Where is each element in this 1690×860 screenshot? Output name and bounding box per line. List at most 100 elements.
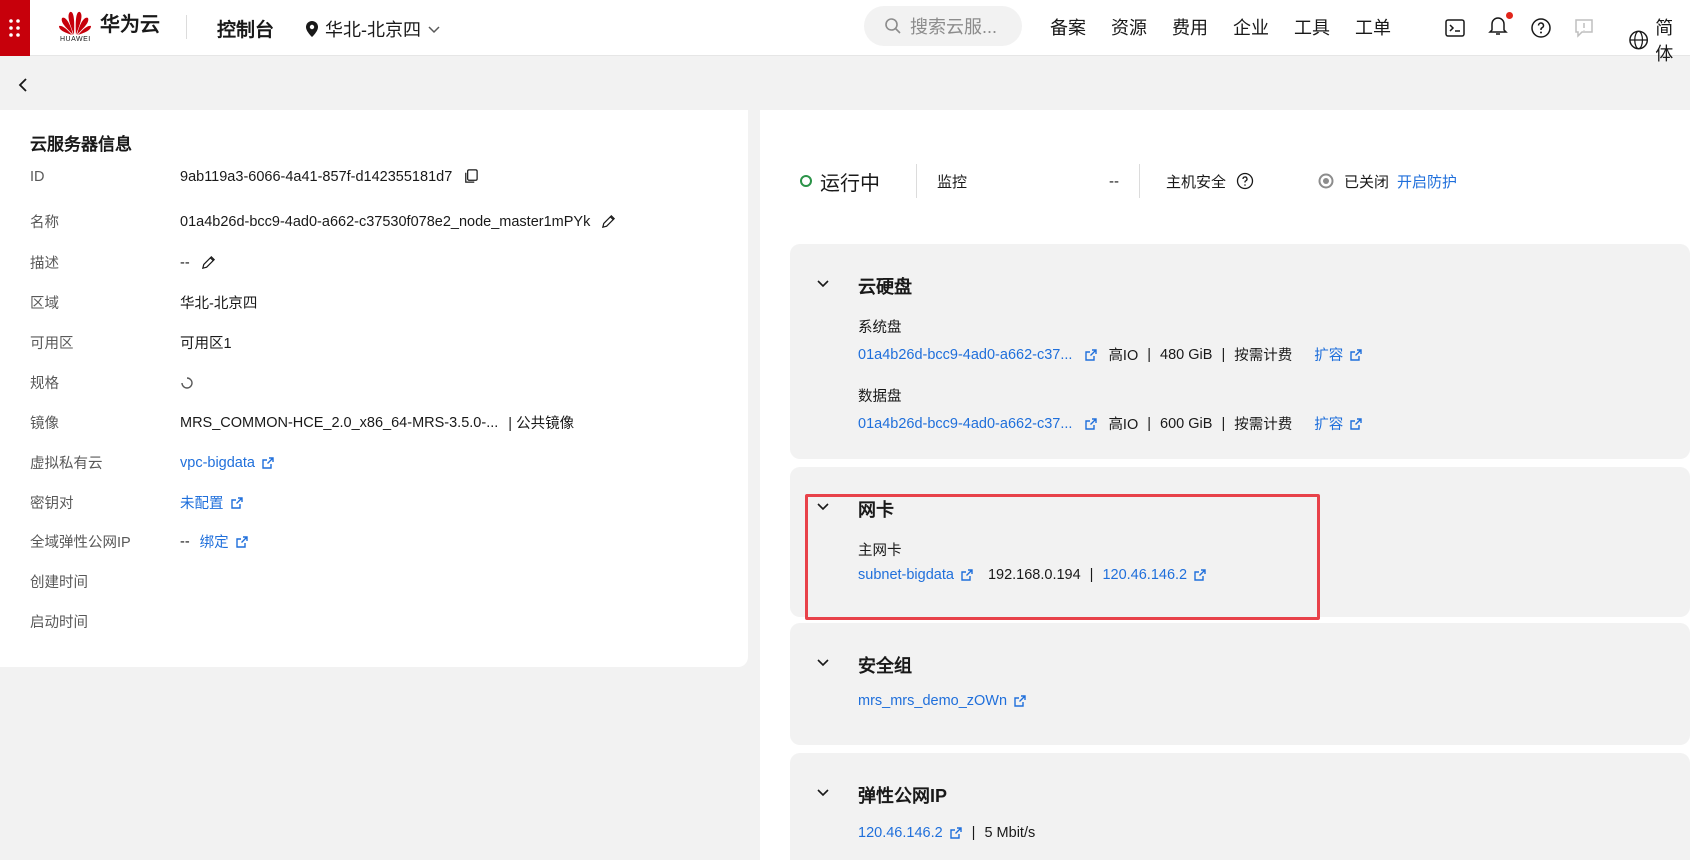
region-selector[interactable]: 华北-北京四 bbox=[305, 16, 441, 42]
nav-billing[interactable]: 费用 bbox=[1172, 14, 1208, 40]
system-disk-link[interactable]: 01a4b26d-bcc9-4ad0-a662-c37... bbox=[858, 347, 1072, 363]
search-icon bbox=[885, 18, 901, 34]
region-label: 区域 bbox=[30, 296, 59, 312]
info-row-eip: 全域弹性公网IP -- 绑定 bbox=[30, 531, 249, 552]
data-disk-label: 数据盘 bbox=[858, 389, 902, 405]
data-disk-expand-link[interactable]: 扩容 bbox=[1314, 413, 1343, 434]
image-label: 镜像 bbox=[30, 416, 59, 432]
edit-icon[interactable] bbox=[200, 254, 217, 271]
external-link-icon[interactable] bbox=[1084, 417, 1098, 431]
top-icons bbox=[1444, 12, 1595, 41]
keypair-link[interactable]: 未配置 bbox=[180, 492, 224, 513]
console-link[interactable]: 控制台 bbox=[217, 15, 274, 42]
data-disk-row: 01a4b26d-bcc9-4ad0-a662-c37... 高IO | 600 … bbox=[858, 413, 1363, 434]
info-row-az: 可用区 可用区1 bbox=[30, 332, 232, 353]
system-disk-billing: 按需计费 bbox=[1234, 348, 1293, 364]
divider bbox=[186, 15, 187, 39]
external-link-icon[interactable] bbox=[230, 496, 244, 510]
system-disk-expand-link[interactable]: 扩容 bbox=[1314, 344, 1343, 365]
closed-status-icon bbox=[1318, 173, 1334, 189]
system-disk-row: 01a4b26d-bcc9-4ad0-a662-c37... 高IO | 480 … bbox=[858, 344, 1363, 365]
az-value-wrap: 可用区1 bbox=[180, 332, 232, 353]
collapse-chevron-icon[interactable] bbox=[816, 785, 830, 799]
nav-tools[interactable]: 工具 bbox=[1294, 14, 1330, 40]
external-link-icon[interactable] bbox=[235, 535, 249, 549]
eip-link[interactable]: 120.46.146.2 bbox=[858, 825, 943, 841]
monitor-value: -- bbox=[1109, 172, 1120, 190]
language-label: 简体 bbox=[1655, 18, 1674, 64]
brand-name: 华为云 bbox=[100, 14, 160, 36]
keypair-label: 密钥对 bbox=[30, 496, 74, 512]
huawei-cloud-logo[interactable]: 华为云 bbox=[58, 8, 160, 37]
external-link-icon[interactable] bbox=[1349, 417, 1363, 431]
help-circle-icon[interactable] bbox=[1236, 172, 1254, 190]
nav-beian[interactable]: 备案 bbox=[1050, 14, 1086, 40]
external-link-icon[interactable] bbox=[261, 456, 275, 470]
info-row-image: 镜像 MRS_COMMON-HCE_2.0_x86_64-MRS-3.5.0-..… bbox=[30, 412, 574, 433]
eip-title: 弹性公网IP bbox=[858, 786, 948, 806]
search-input[interactable]: 搜索云服... bbox=[864, 6, 1022, 46]
disk-title: 云硬盘 bbox=[858, 277, 912, 297]
nav-tickets[interactable]: 工单 bbox=[1355, 14, 1391, 40]
copy-icon[interactable] bbox=[462, 168, 479, 185]
eip-panel: 弹性公网IP 120.46.146.2 | 5 Mbit/s bbox=[790, 753, 1690, 860]
brand-sub: HUAWEI bbox=[60, 36, 91, 43]
menu-grid-icon[interactable] bbox=[0, 0, 30, 56]
info-row-name: 名称 01a4b26d-bcc9-4ad0-a662-c37530f078e2_n… bbox=[30, 211, 617, 232]
name-value: 01a4b26d-bcc9-4ad0-a662-c37530f078e2_nod… bbox=[180, 213, 591, 230]
id-value-wrap: 9ab119a3-6066-4a41-857f-d142355181d7 bbox=[180, 168, 479, 185]
collapse-chevron-icon[interactable] bbox=[816, 276, 830, 290]
created-time-label: 创建时间 bbox=[30, 575, 88, 591]
az-value: 可用区1 bbox=[180, 336, 232, 352]
help-icon[interactable] bbox=[1530, 17, 1552, 39]
region-value-wrap: 华北-北京四 bbox=[180, 292, 257, 313]
feedback-icon[interactable] bbox=[1573, 17, 1595, 39]
started-time-label: 启动时间 bbox=[30, 615, 88, 631]
info-row-region: 区域 华北-北京四 bbox=[30, 292, 257, 313]
flavor-value-wrap bbox=[180, 376, 194, 390]
external-link-icon[interactable] bbox=[1013, 694, 1027, 708]
keypair-value-wrap: 未配置 bbox=[180, 492, 244, 513]
back-button[interactable] bbox=[10, 72, 36, 98]
status-bar: 运行中 监控 -- 主机安全 已关闭 开启防护 bbox=[800, 164, 1457, 198]
search-placeholder: 搜索云服... bbox=[910, 17, 998, 37]
nav-resources[interactable]: 资源 bbox=[1111, 14, 1147, 40]
top-nav: 备案 资源 费用 企业 工具 工单 bbox=[1050, 14, 1391, 40]
external-link-icon[interactable] bbox=[949, 826, 963, 840]
vpc-value-wrap: vpc-bigdata bbox=[180, 455, 275, 471]
description-label: 描述 bbox=[30, 256, 59, 272]
loading-spinner-icon bbox=[181, 376, 193, 389]
notification-icon[interactable] bbox=[1487, 12, 1513, 41]
language-selector[interactable]: 简体 bbox=[1628, 14, 1690, 66]
info-row-created-time: 创建时间 bbox=[30, 571, 180, 592]
info-row-flavor: 规格 bbox=[30, 372, 194, 393]
divider bbox=[916, 164, 917, 198]
monitor-label: 监控 bbox=[937, 173, 968, 191]
region-value: 华北-北京四 bbox=[180, 296, 258, 312]
highlight-box bbox=[805, 494, 1320, 620]
security-group-row: mrs_mrs_demo_zOWn bbox=[858, 693, 1027, 709]
vpc-link[interactable]: vpc-bigdata bbox=[180, 455, 255, 471]
eip-value: -- bbox=[180, 533, 190, 550]
description-value-wrap: -- bbox=[180, 254, 217, 271]
enable-protection-link[interactable]: 开启防护 bbox=[1397, 171, 1457, 192]
security-group-panel: 安全组 mrs_mrs_demo_zOWn bbox=[790, 623, 1690, 745]
edit-icon[interactable] bbox=[600, 213, 617, 230]
security-group-link[interactable]: mrs_mrs_demo_zOWn bbox=[858, 693, 1007, 709]
nav-enterprise[interactable]: 企业 bbox=[1233, 14, 1269, 40]
globe-icon bbox=[1629, 30, 1649, 50]
server-info-title: 云服务器信息 bbox=[30, 135, 132, 154]
data-disk-link[interactable]: 01a4b26d-bcc9-4ad0-a662-c37... bbox=[858, 416, 1072, 432]
chevron-left-icon bbox=[18, 78, 27, 92]
external-link-icon[interactable] bbox=[1084, 348, 1098, 362]
system-disk-type: 高IO bbox=[1108, 348, 1139, 364]
info-row-started-time: 启动时间 bbox=[30, 611, 180, 632]
security-group-title: 安全组 bbox=[858, 656, 912, 676]
terminal-icon[interactable] bbox=[1444, 17, 1466, 39]
external-link-icon[interactable] bbox=[1349, 348, 1363, 362]
info-row-description: 描述 -- bbox=[30, 252, 217, 273]
data-disk-billing: 按需计费 bbox=[1234, 417, 1293, 433]
collapse-chevron-icon[interactable] bbox=[816, 655, 830, 669]
bind-eip-link[interactable]: 绑定 bbox=[200, 531, 229, 552]
top-bar: 华为云 HUAWEI 控制台 华北-北京四 搜索云服... 备案 资源 费用 企… bbox=[0, 0, 1690, 64]
